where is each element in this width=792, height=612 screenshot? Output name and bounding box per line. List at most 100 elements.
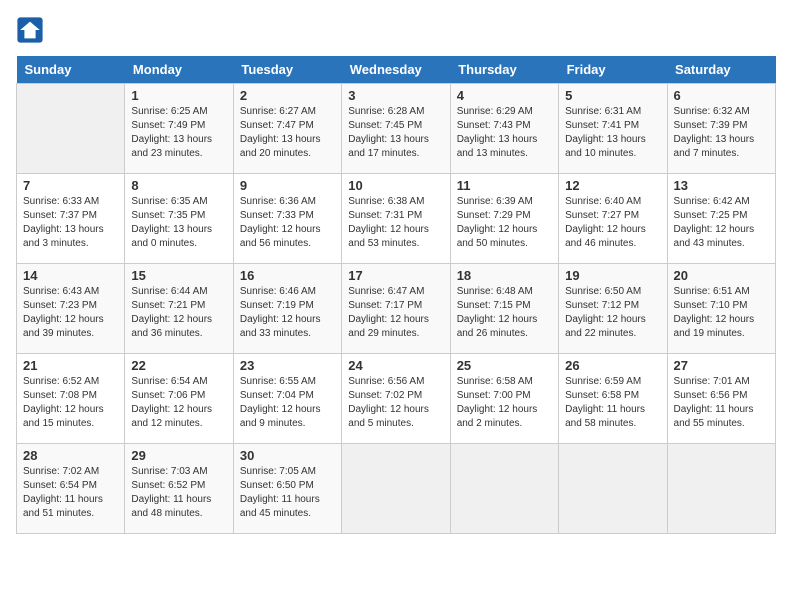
calendar-week-row: 21Sunrise: 6:52 AM Sunset: 7:08 PM Dayli… bbox=[17, 354, 776, 444]
day-info: Sunrise: 6:48 AM Sunset: 7:15 PM Dayligh… bbox=[457, 285, 552, 341]
day-number: 28 bbox=[23, 448, 118, 463]
day-number: 21 bbox=[23, 358, 118, 373]
logo bbox=[16, 16, 48, 44]
calendar-cell: 21Sunrise: 6:52 AM Sunset: 7:08 PM Dayli… bbox=[17, 354, 125, 444]
day-number: 22 bbox=[131, 358, 226, 373]
day-number: 16 bbox=[240, 268, 335, 283]
calendar-cell: 23 Sunrise: 6:55 AM Sunset: 7:04 PM Dayli… bbox=[233, 354, 341, 444]
calendar-cell: 9 Sunrise: 6:36 AM Sunset: 7:33 PM Daylig… bbox=[233, 174, 341, 264]
calendar-cell: 30 Sunrise: 7:05 AM Sunset: 6:50 PM Dayli… bbox=[233, 444, 341, 534]
day-number: 19 bbox=[565, 268, 660, 283]
day-number: 27 bbox=[674, 358, 769, 373]
calendar-cell: 2 Sunrise: 6:27 AM Sunset: 7:47 PM Daylig… bbox=[233, 84, 341, 174]
calendar-cell: 27 Sunrise: 7:01 AM Sunset: 6:56 PM Dayli… bbox=[667, 354, 775, 444]
day-info: Sunrise: 6:28 AM Sunset: 7:45 PM Dayligh… bbox=[348, 105, 443, 161]
calendar-cell: 22 Sunrise: 6:54 AM Sunset: 7:06 PM Dayli… bbox=[125, 354, 233, 444]
day-info: Sunrise: 6:59 AM Sunset: 6:58 PM Dayligh… bbox=[565, 375, 660, 431]
calendar-cell: 19 Sunrise: 6:50 AM Sunset: 7:12 PM Dayli… bbox=[559, 264, 667, 354]
calendar-cell: 5 Sunrise: 6:31 AM Sunset: 7:41 PM Daylig… bbox=[559, 84, 667, 174]
day-info: Sunrise: 6:43 AM Sunset: 7:23 PM Dayligh… bbox=[23, 285, 118, 341]
calendar-week-row: 7 Sunrise: 6:33 AM Sunset: 7:37 PM Daylig… bbox=[17, 174, 776, 264]
day-info: Sunrise: 6:56 AM Sunset: 7:02 PM Dayligh… bbox=[348, 375, 443, 431]
day-info: Sunrise: 7:01 AM Sunset: 6:56 PM Dayligh… bbox=[674, 375, 769, 431]
day-number: 3 bbox=[348, 88, 443, 103]
day-number: 8 bbox=[131, 178, 226, 193]
page-header bbox=[16, 16, 776, 44]
day-number: 2 bbox=[240, 88, 335, 103]
day-number: 12 bbox=[565, 178, 660, 193]
weekday-header-sunday: Sunday bbox=[17, 56, 125, 84]
day-number: 17 bbox=[348, 268, 443, 283]
day-info: Sunrise: 6:54 AM Sunset: 7:06 PM Dayligh… bbox=[131, 375, 226, 431]
weekday-header-tuesday: Tuesday bbox=[233, 56, 341, 84]
day-info: Sunrise: 7:02 AM Sunset: 6:54 PM Dayligh… bbox=[23, 465, 118, 521]
day-info: Sunrise: 6:55 AM Sunset: 7:04 PM Dayligh… bbox=[240, 375, 335, 431]
day-number: 23 bbox=[240, 358, 335, 373]
day-number: 15 bbox=[131, 268, 226, 283]
day-number: 7 bbox=[23, 178, 118, 193]
day-number: 24 bbox=[348, 358, 443, 373]
day-number: 20 bbox=[674, 268, 769, 283]
calendar-cell bbox=[17, 84, 125, 174]
day-number: 30 bbox=[240, 448, 335, 463]
day-info: Sunrise: 6:58 AM Sunset: 7:00 PM Dayligh… bbox=[457, 375, 552, 431]
calendar-cell: 25Sunrise: 6:58 AM Sunset: 7:00 PM Dayli… bbox=[450, 354, 558, 444]
calendar-cell: 11 Sunrise: 6:39 AM Sunset: 7:29 PM Dayli… bbox=[450, 174, 558, 264]
weekday-header-wednesday: Wednesday bbox=[342, 56, 450, 84]
calendar-cell: 26Sunrise: 6:59 AM Sunset: 6:58 PM Dayli… bbox=[559, 354, 667, 444]
day-number: 18 bbox=[457, 268, 552, 283]
day-info: Sunrise: 7:03 AM Sunset: 6:52 PM Dayligh… bbox=[131, 465, 226, 521]
day-number: 29 bbox=[131, 448, 226, 463]
calendar-cell: 7 Sunrise: 6:33 AM Sunset: 7:37 PM Daylig… bbox=[17, 174, 125, 264]
calendar-header-row: SundayMondayTuesdayWednesdayThursdayFrid… bbox=[17, 56, 776, 84]
calendar-cell bbox=[450, 444, 558, 534]
day-info: Sunrise: 6:38 AM Sunset: 7:31 PM Dayligh… bbox=[348, 195, 443, 251]
weekday-header-thursday: Thursday bbox=[450, 56, 558, 84]
calendar-cell bbox=[667, 444, 775, 534]
calendar-week-row: 1Sunrise: 6:25 AM Sunset: 7:49 PM Daylig… bbox=[17, 84, 776, 174]
calendar-cell: 15 Sunrise: 6:44 AM Sunset: 7:21 PM Dayli… bbox=[125, 264, 233, 354]
calendar-cell: 13Sunrise: 6:42 AM Sunset: 7:25 PM Dayli… bbox=[667, 174, 775, 264]
weekday-header-monday: Monday bbox=[125, 56, 233, 84]
weekday-header-saturday: Saturday bbox=[667, 56, 775, 84]
day-number: 6 bbox=[674, 88, 769, 103]
calendar-cell: 24 Sunrise: 6:56 AM Sunset: 7:02 PM Dayli… bbox=[342, 354, 450, 444]
day-number: 10 bbox=[348, 178, 443, 193]
calendar-cell: 3 Sunrise: 6:28 AM Sunset: 7:45 PM Daylig… bbox=[342, 84, 450, 174]
calendar-cell: 12 Sunrise: 6:40 AM Sunset: 7:27 PM Dayli… bbox=[559, 174, 667, 264]
calendar-cell bbox=[342, 444, 450, 534]
day-info: Sunrise: 6:51 AM Sunset: 7:10 PM Dayligh… bbox=[674, 285, 769, 341]
day-info: Sunrise: 6:44 AM Sunset: 7:21 PM Dayligh… bbox=[131, 285, 226, 341]
calendar-cell: 6 Sunrise: 6:32 AM Sunset: 7:39 PM Daylig… bbox=[667, 84, 775, 174]
day-number: 1 bbox=[131, 88, 226, 103]
calendar-cell: 18 Sunrise: 6:48 AM Sunset: 7:15 PM Dayli… bbox=[450, 264, 558, 354]
day-info: Sunrise: 6:27 AM Sunset: 7:47 PM Dayligh… bbox=[240, 105, 335, 161]
day-info: Sunrise: 6:40 AM Sunset: 7:27 PM Dayligh… bbox=[565, 195, 660, 251]
calendar-cell: 14 Sunrise: 6:43 AM Sunset: 7:23 PM Dayli… bbox=[17, 264, 125, 354]
day-info: Sunrise: 7:05 AM Sunset: 6:50 PM Dayligh… bbox=[240, 465, 335, 521]
calendar-week-row: 14 Sunrise: 6:43 AM Sunset: 7:23 PM Dayli… bbox=[17, 264, 776, 354]
day-info: Sunrise: 6:50 AM Sunset: 7:12 PM Dayligh… bbox=[565, 285, 660, 341]
day-info: Sunrise: 6:35 AM Sunset: 7:35 PM Dayligh… bbox=[131, 195, 226, 251]
day-info: Sunrise: 6:42 AM Sunset: 7:25 PM Dayligh… bbox=[674, 195, 769, 251]
calendar-cell bbox=[559, 444, 667, 534]
calendar-cell: 20 Sunrise: 6:51 AM Sunset: 7:10 PM Dayli… bbox=[667, 264, 775, 354]
calendar-week-row: 28 Sunrise: 7:02 AM Sunset: 6:54 PM Dayli… bbox=[17, 444, 776, 534]
calendar-cell: 1Sunrise: 6:25 AM Sunset: 7:49 PM Daylig… bbox=[125, 84, 233, 174]
day-number: 5 bbox=[565, 88, 660, 103]
day-info: Sunrise: 6:31 AM Sunset: 7:41 PM Dayligh… bbox=[565, 105, 660, 161]
day-number: 14 bbox=[23, 268, 118, 283]
day-number: 4 bbox=[457, 88, 552, 103]
day-number: 11 bbox=[457, 178, 552, 193]
calendar-cell: 16 Sunrise: 6:46 AM Sunset: 7:19 PM Dayli… bbox=[233, 264, 341, 354]
logo-icon bbox=[16, 16, 44, 44]
day-info: Sunrise: 6:36 AM Sunset: 7:33 PM Dayligh… bbox=[240, 195, 335, 251]
calendar-cell: 10 Sunrise: 6:38 AM Sunset: 7:31 PM Dayli… bbox=[342, 174, 450, 264]
day-info: Sunrise: 6:46 AM Sunset: 7:19 PM Dayligh… bbox=[240, 285, 335, 341]
calendar-cell: 4Sunrise: 6:29 AM Sunset: 7:43 PM Daylig… bbox=[450, 84, 558, 174]
day-info: Sunrise: 6:32 AM Sunset: 7:39 PM Dayligh… bbox=[674, 105, 769, 161]
calendar-cell: 28 Sunrise: 7:02 AM Sunset: 6:54 PM Dayli… bbox=[17, 444, 125, 534]
day-info: Sunrise: 6:33 AM Sunset: 7:37 PM Dayligh… bbox=[23, 195, 118, 251]
day-number: 9 bbox=[240, 178, 335, 193]
day-info: Sunrise: 6:39 AM Sunset: 7:29 PM Dayligh… bbox=[457, 195, 552, 251]
